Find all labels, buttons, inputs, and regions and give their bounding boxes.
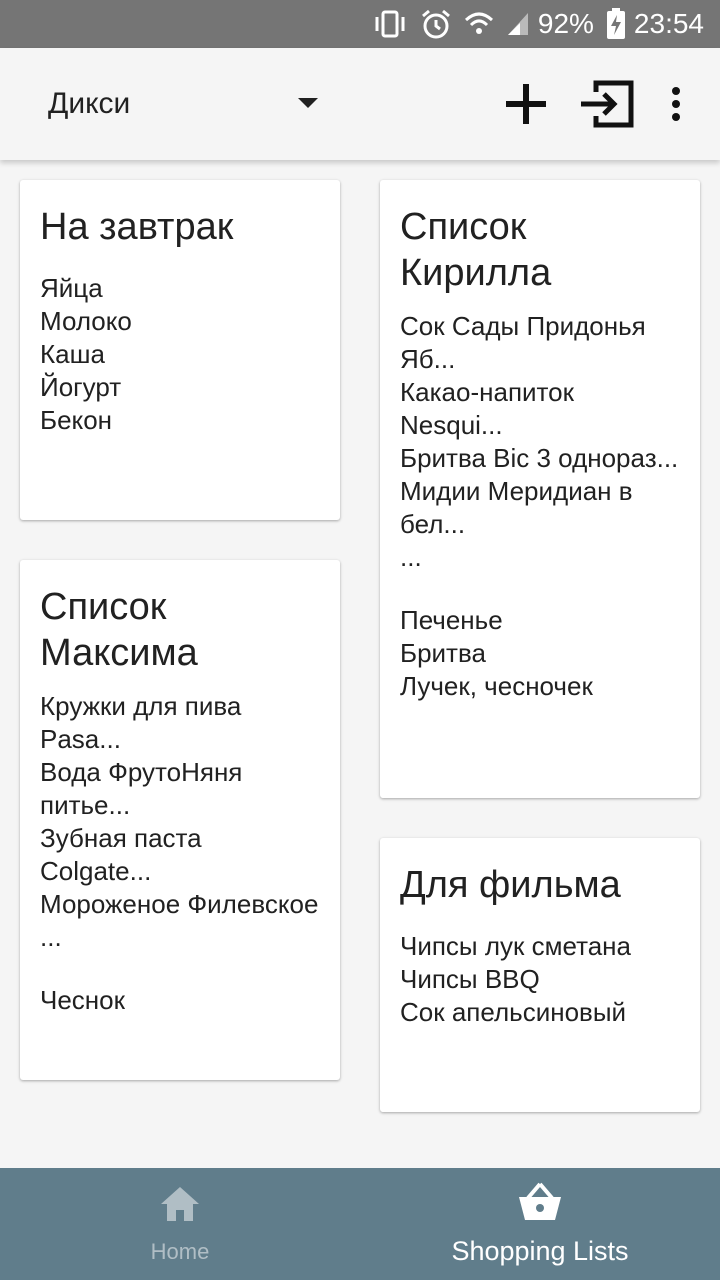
battery-percent: 92%	[537, 8, 594, 39]
list-item: Каша	[40, 339, 105, 369]
list-item: Сок Сады Придонья Яб...	[400, 311, 646, 374]
nav-home[interactable]: Home	[0, 1168, 360, 1280]
login-button[interactable]	[574, 72, 638, 136]
list-item: Печенье	[400, 605, 503, 635]
list-item: Яйца	[40, 273, 103, 303]
add-list-button[interactable]	[494, 72, 558, 136]
nav-shopping-lists-label: Shopping Lists	[451, 1236, 629, 1266]
bottom-navigation: Home Shopping Lists	[0, 1168, 720, 1280]
status-bar: 92% 23:54	[0, 0, 720, 48]
wifi-icon	[464, 10, 494, 38]
vibrate-icon	[372, 9, 408, 39]
list-card-items: Кружки для пива Pasa... Вода ФрутоНяня п…	[40, 690, 320, 1017]
list-item: Лучек, чесночек	[400, 671, 593, 701]
signal-icon	[506, 11, 530, 37]
plus-icon	[506, 84, 546, 124]
dropdown-arrow-icon	[298, 98, 318, 108]
app-bar: Дикси	[0, 48, 720, 160]
list-card-title: Список Кирилла	[400, 206, 552, 294]
store-dropdown-display: Дикси	[48, 76, 318, 132]
list-item: Бритва	[400, 638, 486, 668]
list-item: Бритва Bic 3 однораз...	[400, 443, 679, 473]
list-item: Йогурт	[40, 372, 122, 402]
list-item: ...	[400, 542, 422, 572]
nav-shopping-lists[interactable]: Shopping Lists	[360, 1168, 720, 1280]
list-card-kirill[interactable]: Список Кирилла Сок Сады Придонья Яб... К…	[380, 180, 700, 798]
list-card-items: Яйца Молоко Каша Йогурт Бекон	[40, 272, 320, 437]
battery-charging-icon	[606, 8, 626, 40]
list-card-maxim[interactable]: Список Максима Кружки для пива Pasa... В…	[20, 560, 340, 1080]
more-vert-icon	[672, 87, 680, 121]
shopping-basket-icon	[516, 1180, 564, 1229]
alarm-icon	[420, 8, 452, 40]
list-item: Вода ФрутоНяня питье...	[40, 757, 243, 820]
list-item: Какао-напиток Nesqui...	[400, 377, 575, 440]
list-item: Мороженое Филевское ...	[40, 889, 319, 952]
list-item: Сок апельсиновый	[400, 997, 627, 1027]
list-item: Чипсы лук сметана	[400, 931, 631, 961]
list-card-title: Список Максима	[40, 586, 198, 674]
list-card-items: Сок Сады Придонья Яб... Какао-напиток Ne…	[400, 310, 680, 703]
list-item: Молоко	[40, 306, 132, 336]
list-card-movie[interactable]: Для фильма Чипсы лук сметана Чипсы BBQ С…	[380, 838, 700, 1112]
home-icon	[158, 1184, 202, 1229]
exit-to-app-icon	[581, 80, 634, 128]
list-item: Чипсы BBQ	[400, 964, 540, 994]
list-card-title: Для фильма	[400, 864, 621, 906]
list-item: Чеснок	[40, 985, 125, 1015]
list-card-items: Чипсы лук сметана Чипсы BBQ Сок апельсин…	[400, 930, 680, 1029]
list-card-breakfast[interactable]: На завтрак Яйца Молоко Каша Йогурт Бекон	[20, 180, 340, 520]
nav-home-label: Home	[150, 1239, 210, 1264]
store-dropdown-value: Дикси	[48, 87, 131, 120]
overflow-menu-button[interactable]	[644, 72, 708, 136]
list-item: Бекон	[40, 405, 113, 435]
list-item: Мидии Меридиан в бел...	[400, 476, 633, 539]
clock: 23:54	[633, 8, 704, 39]
list-item: Зубная паста Colgate...	[40, 823, 202, 886]
list-card-title: На завтрак	[40, 206, 234, 248]
shopping-lists-grid: На завтрак Яйца Молоко Каша Йогурт Бекон…	[0, 160, 720, 1168]
list-item: Кружки для пива Pasa...	[40, 691, 242, 754]
